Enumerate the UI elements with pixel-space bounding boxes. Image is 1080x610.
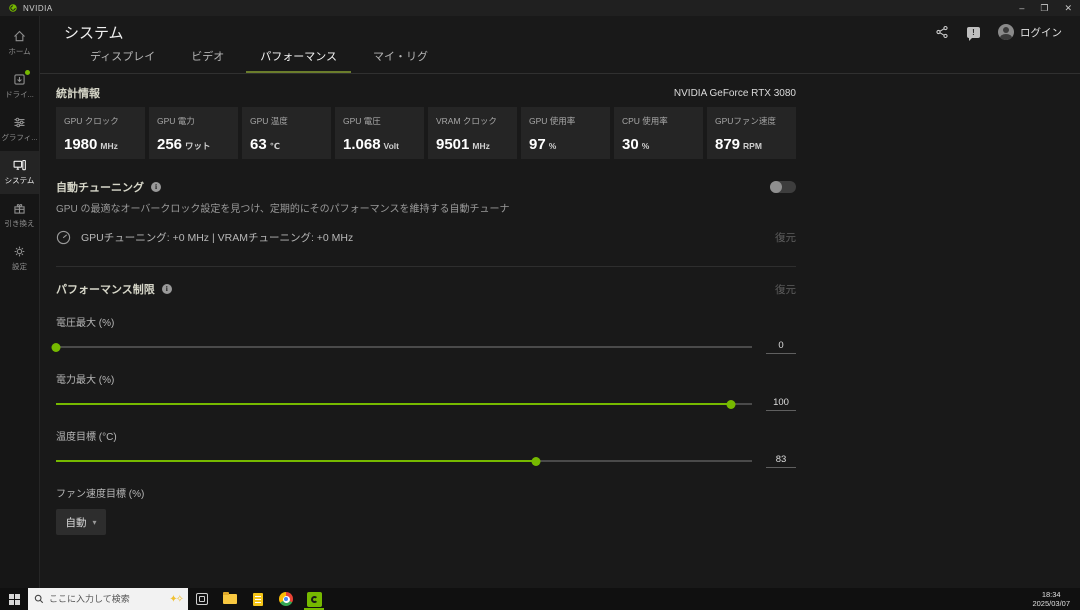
start-button[interactable] — [0, 588, 28, 610]
slider-handle[interactable] — [51, 342, 61, 352]
toggle-knob — [770, 181, 782, 193]
sidebar-item-redeem[interactable]: 引き換え — [0, 194, 39, 237]
stat-card-vram-clock: VRAM クロック 9501 MHz — [428, 107, 517, 159]
restore-button[interactable]: ❐ — [1040, 0, 1048, 16]
close-button[interactable]: ✕ — [1064, 0, 1072, 16]
tab-my-rig[interactable]: マイ・リグ — [359, 48, 442, 73]
voltage-max-value[interactable] — [766, 340, 796, 354]
sidebar-item-home[interactable]: ホーム — [0, 22, 39, 65]
task-view-icon — [196, 593, 208, 605]
tabbar: ディスプレイ ビデオ パフォーマンス マイ・リグ — [40, 48, 1080, 74]
app-title: NVIDIA — [23, 3, 53, 13]
tab-video[interactable]: ビデオ — [177, 48, 238, 73]
document-icon — [253, 592, 263, 606]
search-input[interactable] — [49, 594, 165, 604]
voltage-max-slider — [51, 340, 796, 354]
copilot-sparkle-icon: ✦✧ — [169, 593, 184, 605]
slider-handle[interactable] — [531, 456, 541, 466]
performance-limits-title: パフォーマンス制限 — [56, 284, 155, 296]
stat-card-gpu-clock: GPU クロック 1980 MHz — [56, 107, 145, 159]
nvidia-app-icon — [306, 591, 322, 607]
gear-icon — [14, 246, 25, 257]
minimize-button[interactable]: – — [1019, 0, 1024, 16]
slider-track[interactable] — [51, 341, 752, 353]
sidebar-item-settings[interactable]: 設定 — [0, 237, 39, 280]
auto-tuning-description: GPU の最適なオーバークロック設定を見つけ、定期的にそのパフォーマンスを維持す… — [56, 204, 510, 215]
fan-speed-target-label: ファン速度目標 (%) — [56, 489, 145, 500]
sidebar-item-drivers[interactable]: ドライ... — [0, 65, 39, 108]
sidebar: ホーム ドライ... グラフィ... システム 引き換え 設定 — [0, 16, 40, 588]
stat-card-gpu-voltage: GPU 電圧 1.068 Volt — [335, 107, 424, 159]
auto-tuning-title: 自動チューニング — [56, 182, 144, 194]
page-title: システム — [64, 24, 124, 42]
chevron-down-icon: ▾ — [92, 517, 97, 527]
sliders-icon — [14, 117, 25, 128]
nvidia-app-window: NVIDIA – ❐ ✕ ホーム ドライ... グラフィ... システム 引き換… — [0, 0, 1080, 610]
stat-card-gpu-fan-speed: GPUファン速度 879 RPM — [707, 107, 796, 159]
task-view-button[interactable] — [188, 588, 216, 610]
slider-handle[interactable] — [726, 399, 736, 409]
stat-card-gpu-temp: GPU 温度 63 ℃ — [242, 107, 331, 159]
search-icon — [34, 594, 44, 604]
power-max-slider — [56, 397, 796, 411]
chrome-icon — [279, 592, 293, 606]
performance-limits-restore-button[interactable]: 復元 — [775, 282, 796, 297]
titlebar: NVIDIA – ❐ ✕ — [0, 0, 1080, 16]
info-icon[interactable]: i — [161, 284, 172, 294]
driver-update-badge — [25, 70, 30, 75]
stats-section-title: 統計情報 — [56, 88, 100, 100]
voltage-max-label: 電圧最大 (%) — [56, 318, 115, 329]
stat-card-cpu-usage: CPU 使用率 30% — [614, 107, 703, 159]
fan-speed-dropdown[interactable]: 自動 ▾ — [56, 509, 106, 535]
sidebar-item-system[interactable]: システム — [0, 151, 39, 194]
tuning-status: GPUチューニング: +0 MHz | VRAMチューニング: +0 MHz — [81, 232, 354, 244]
auto-tuning-toggle[interactable] — [770, 181, 796, 193]
file-explorer-button[interactable] — [216, 588, 244, 610]
tab-display[interactable]: ディスプレイ — [76, 48, 169, 73]
gpu-name: NVIDIA GeForce RTX 3080 — [673, 87, 796, 99]
nvidia-app-button[interactable] — [300, 588, 328, 610]
info-icon[interactable]: i — [151, 182, 161, 192]
tab-performance[interactable]: パフォーマンス — [246, 48, 352, 73]
taskbar-clock[interactable]: 18:34 2025/03/07 — [1022, 590, 1080, 608]
login-button[interactable]: ログイン — [998, 24, 1062, 40]
temp-target-value[interactable] — [766, 454, 796, 468]
gauge-icon — [56, 230, 71, 245]
slider-track[interactable] — [56, 455, 752, 467]
feedback-icon[interactable]: ! — [967, 26, 980, 41]
slider-track[interactable] — [56, 398, 752, 410]
sidebar-item-graphics[interactable]: グラフィ... — [0, 108, 39, 151]
system-icon — [13, 159, 26, 171]
power-max-value[interactable] — [766, 397, 796, 411]
share-icon[interactable] — [935, 25, 949, 39]
home-icon — [14, 30, 25, 42]
notes-app-button[interactable] — [244, 588, 272, 610]
temp-target-slider — [56, 454, 796, 468]
taskbar-search[interactable]: ✦✧ — [28, 588, 188, 610]
auto-tuning-restore-button[interactable]: 復元 — [775, 230, 796, 245]
windows-taskbar: ✦✧ 18:34 2025/03/07 — [0, 588, 1080, 610]
folder-icon — [223, 592, 237, 604]
avatar — [998, 24, 1014, 40]
windows-logo-icon — [8, 593, 20, 605]
gift-icon — [14, 203, 25, 214]
section-divider — [56, 266, 796, 267]
power-max-label: 電力最大 (%) — [56, 375, 115, 386]
page-header: システム ! ログイン — [40, 16, 1080, 48]
temp-target-label: 温度目標 (°C) — [56, 432, 117, 443]
stat-card-gpu-usage: GPU 使用率 97% — [521, 107, 610, 159]
stat-card-gpu-power: GPU 電力 256 ワット — [149, 107, 238, 159]
stats-cards: GPU クロック 1980 MHz GPU 電力 256 ワット GPU 温度 63… — [56, 107, 796, 159]
chrome-button[interactable] — [272, 588, 300, 610]
nvidia-logo-icon — [9, 4, 17, 12]
